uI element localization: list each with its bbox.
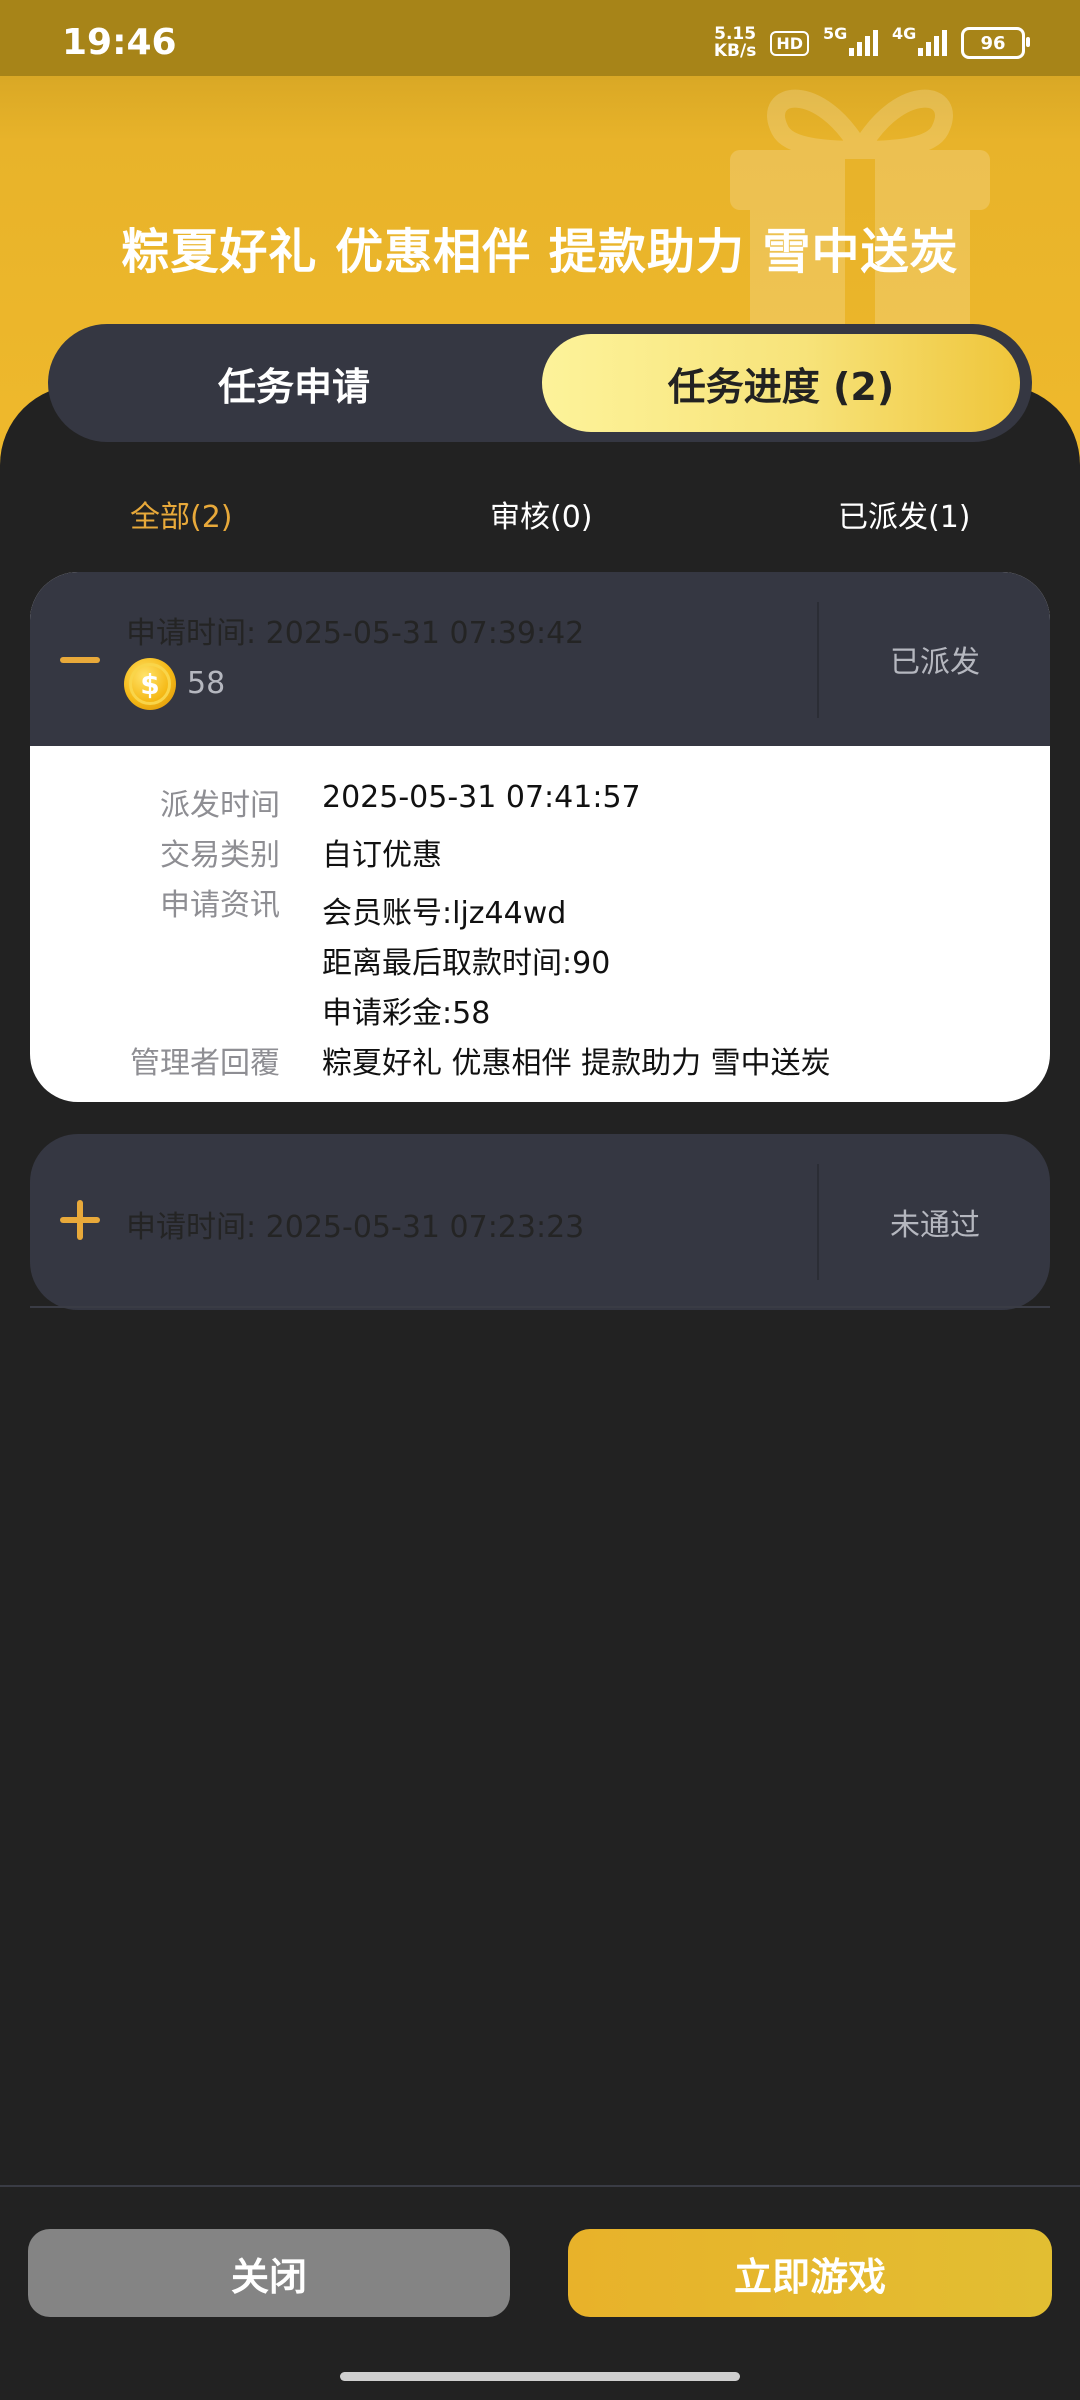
record-header[interactable]: 申请时间: 2025-05-31 07:39:42 $ 58 已派发 (30, 572, 1050, 746)
filter-review[interactable]: 审核(0) (490, 492, 593, 536)
apply-info-label: 申请资讯 (160, 888, 280, 923)
filter-bar: 全部(2) 审核(0) 已派发(1) (0, 492, 1080, 542)
record-card[interactable]: 申请时间: 2025-05-31 07:23:23 未通过 (30, 1134, 1050, 1310)
status-badge: 已派发 (890, 645, 980, 680)
bonus-amount: 58 (187, 666, 226, 701)
admin-reply-label: 管理者回覆 (130, 1046, 280, 1081)
apply-info-line: 申请彩金:58 (322, 996, 491, 1031)
apply-time: 申请时间: 2025-05-31 07:39:42 (126, 616, 585, 651)
network-speed: 5.15 KB/s (713, 24, 757, 61)
apply-info-line: 距离最后取款时间:90 (322, 946, 611, 981)
expand-icon[interactable] (60, 1200, 100, 1240)
signal-4g-icon: 4G (892, 24, 947, 56)
status-bar: 19:46 5.15 KB/s HD 5G 4G 96 (0, 0, 1080, 76)
apply-time: 申请时间: 2025-05-31 07:23:23 (126, 1210, 585, 1245)
hd-icon: HD (770, 30, 809, 56)
signal-5g-icon: 5G (823, 24, 878, 56)
coin-icon: $ (124, 658, 176, 710)
admin-reply-value: 粽夏好礼 优惠相伴 提款助力 雪中送炭 (322, 1046, 831, 1081)
divider (30, 1306, 1050, 1308)
footer-divider (0, 2185, 1080, 2187)
page-headline: 粽夏好礼 优惠相伴 提款助力 雪中送炭 (121, 224, 959, 280)
divider (817, 1164, 819, 1280)
trade-type-label: 交易类别 (160, 838, 280, 873)
close-button[interactable]: 关闭 (28, 2229, 510, 2317)
home-indicator[interactable] (340, 2372, 740, 2381)
tab-bar: 任务申请 任务进度 (2) (48, 324, 1032, 442)
apply-info-line: 会员账号:ljz44wd (322, 896, 567, 931)
tab-task-progress[interactable]: 任务进度 (2) (542, 334, 1020, 432)
dispatch-time-label: 派发时间 (160, 788, 280, 823)
record-card: 申请时间: 2025-05-31 07:39:42 $ 58 已派发 派发时间 … (30, 572, 1050, 1102)
play-now-button[interactable]: 立即游戏 (568, 2229, 1052, 2317)
dispatch-time-value: 2025-05-31 07:41:57 (322, 780, 641, 815)
divider (817, 602, 819, 718)
status-badge: 未通过 (890, 1208, 980, 1243)
filter-all[interactable]: 全部(2) (130, 492, 233, 536)
status-icons: 5.15 KB/s HD 5G 4G 96 (713, 24, 1030, 61)
filter-dispatched[interactable]: 已派发(1) (838, 492, 971, 536)
battery-icon: 96 (961, 27, 1030, 59)
tab-task-apply[interactable]: 任务申请 (48, 324, 540, 442)
collapse-icon[interactable] (60, 657, 100, 663)
status-time: 19:46 (62, 22, 177, 63)
trade-type-value: 自订优惠 (322, 838, 442, 873)
